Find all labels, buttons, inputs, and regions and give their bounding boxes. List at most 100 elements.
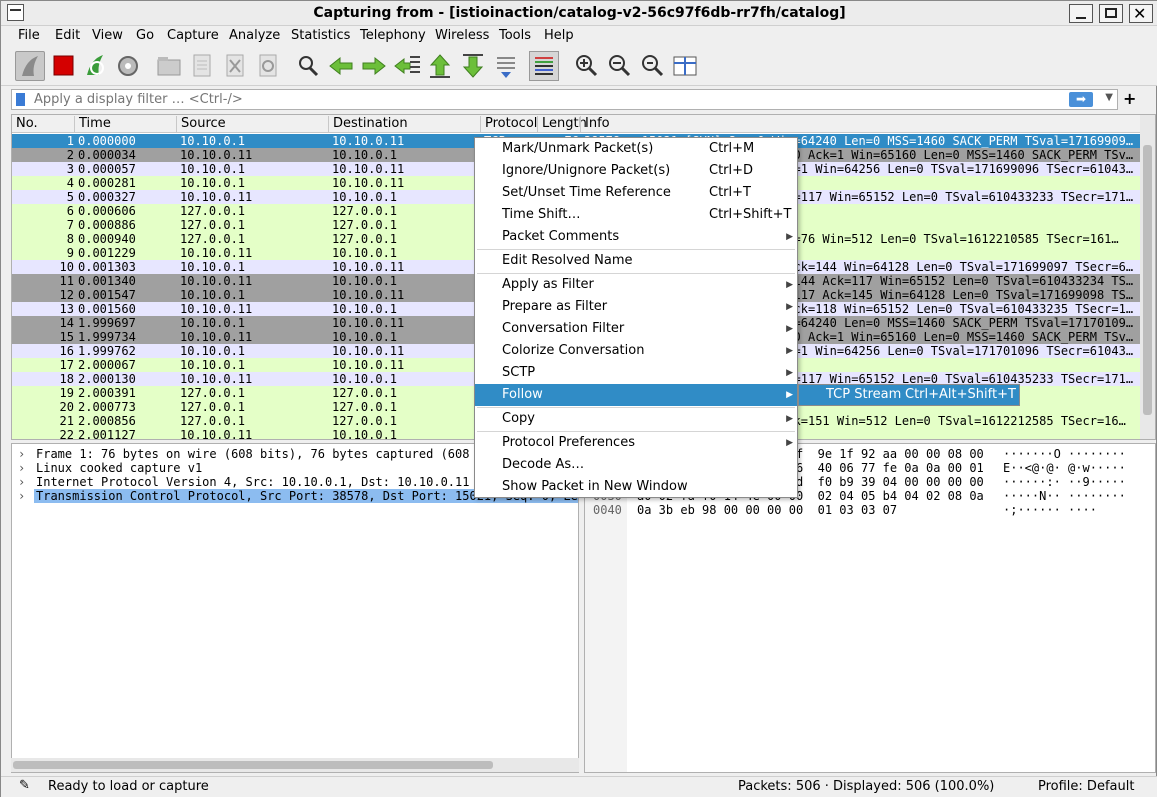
- find-magnifier-icon[interactable]: [293, 51, 323, 81]
- column-header-info[interactable]: Info: [580, 116, 610, 133]
- menu-help[interactable]: Help: [544, 28, 574, 43]
- hex-ascii: ·····N·· ········: [1003, 489, 1126, 503]
- status-bar: ✎ Ready to load or capture Packets: 506 …: [1, 776, 1157, 797]
- expand-chevron-icon[interactable]: ›: [18, 461, 25, 475]
- packet-cell-no: 20: [59, 400, 74, 414]
- go-to-packet-icon[interactable]: [392, 51, 422, 81]
- column-header-destination[interactable]: Destination: [328, 116, 408, 133]
- menu-statistics[interactable]: Statistics: [291, 28, 350, 43]
- packet-cell-dst: 127.0.0.1: [332, 386, 398, 400]
- bookmark-icon[interactable]: [16, 93, 25, 106]
- zoom-in-icon[interactable]: [571, 51, 601, 81]
- menu-go[interactable]: Go: [136, 28, 154, 43]
- menu-item-label: Decode As…: [502, 457, 585, 472]
- go-forward-icon[interactable]: [359, 51, 389, 81]
- maximize-button[interactable]: [1099, 4, 1123, 23]
- minimize-button[interactable]: [1069, 4, 1093, 23]
- normal-size-icon[interactable]: [637, 51, 667, 81]
- packet-cell-src: 127.0.0.1: [180, 218, 246, 232]
- context-menu-item[interactable]: Set/Unset Time Reference Ctrl+T: [475, 182, 797, 204]
- hex-ascii: ······:· ··9·····: [1003, 475, 1126, 489]
- options-gear-icon[interactable]: [114, 51, 144, 81]
- go-back-icon[interactable]: [326, 51, 356, 81]
- packet-cell-time: 0.001340: [78, 274, 136, 288]
- context-menu-item[interactable]: Packet Comments ▶: [475, 226, 797, 248]
- column-header-source[interactable]: Source: [176, 116, 226, 133]
- context-menu-item[interactable]: Time Shift… Ctrl+Shift+T: [475, 204, 797, 226]
- open-file-icon[interactable]: [154, 51, 184, 81]
- menu-analyze[interactable]: Analyze: [229, 28, 280, 43]
- first-packet-icon[interactable]: [425, 51, 455, 81]
- hex-row[interactable]: 0040 0a 3b eb 98 00 00 00 00 01 03 03 07 ·…: [585, 503, 1155, 517]
- context-menu-item[interactable]: Copy ▶: [475, 408, 797, 430]
- context-menu-item[interactable]: Ignore/Unignore Packet(s) Ctrl+D: [475, 160, 797, 182]
- packet-cell-dst: 10.10.0.11: [332, 316, 405, 330]
- expand-chevron-icon[interactable]: ›: [18, 489, 25, 503]
- context-menu-item[interactable]: Conversation Filter ▶: [475, 318, 797, 340]
- context-menu-item[interactable]: Prepare as Filter ▶: [475, 296, 797, 318]
- colorize-icon[interactable]: [529, 51, 559, 81]
- menu-item-label: Prepare as Filter: [502, 299, 608, 314]
- packet-cell-no: 17: [59, 358, 74, 372]
- context-menu-item[interactable]: Colorize Conversation ▶: [475, 340, 797, 362]
- context-menu-item[interactable]: Protocol Preferences ▶: [475, 432, 797, 454]
- menu-telephony[interactable]: Telephony: [360, 28, 426, 43]
- context-menu-item[interactable]: Decode As…: [475, 454, 797, 476]
- scrollbar-thumb[interactable]: [1143, 145, 1152, 415]
- packet-cell-time: 2.001127: [78, 428, 136, 440]
- menu-item-label: Colorize Conversation: [502, 343, 645, 358]
- close-button[interactable]: ✕: [1129, 4, 1153, 23]
- expert-info-icon[interactable]: ✎: [19, 778, 30, 793]
- apply-filter-arrow-icon[interactable]: ➡: [1069, 92, 1093, 107]
- packet-list-scrollbar[interactable]: [1140, 115, 1155, 439]
- reload-icon[interactable]: [253, 51, 283, 81]
- column-header-no[interactable]: No.: [12, 116, 38, 133]
- zoom-out-icon[interactable]: [604, 51, 634, 81]
- last-packet-icon[interactable]: [458, 51, 488, 81]
- autoscroll-icon[interactable]: [491, 51, 521, 81]
- menu-wireless[interactable]: Wireless: [435, 28, 489, 43]
- menu-capture[interactable]: Capture: [167, 28, 219, 43]
- packet-cell-no: 15: [59, 330, 74, 344]
- display-filter-input[interactable]: [34, 91, 1074, 108]
- add-filter-button-plus-icon[interactable]: +: [1123, 89, 1136, 108]
- menu-item-label: Time Shift…: [502, 207, 581, 222]
- context-menu-item[interactable]: Mark/Unmark Packet(s) Ctrl+M: [475, 138, 797, 160]
- packet-cell-dst: 10.10.0.1: [332, 274, 398, 288]
- shark-fin-start-icon[interactable]: [15, 51, 45, 81]
- save-file-icon[interactable]: [187, 51, 217, 81]
- chevron-down-icon[interactable]: ▼: [1105, 92, 1113, 103]
- status-packets-count: Packets: 506 · Displayed: 506 (100.0%): [738, 779, 995, 794]
- expand-chevron-icon[interactable]: ›: [18, 447, 25, 461]
- close-file-icon[interactable]: [220, 51, 250, 81]
- menu-file[interactable]: File: [18, 28, 40, 43]
- details-horizontal-scrollbar[interactable]: [11, 758, 579, 772]
- packet-cell-src: 127.0.0.1: [180, 414, 246, 428]
- submenu-arrow-icon: ▶: [786, 232, 793, 242]
- column-header-time[interactable]: Time: [74, 116, 111, 133]
- resize-columns-icon[interactable]: [670, 51, 700, 81]
- menu-view[interactable]: View: [92, 28, 123, 43]
- scrollbar-thumb[interactable]: [13, 761, 493, 769]
- expand-chevron-icon[interactable]: ›: [18, 475, 25, 489]
- packet-cell-src: 10.10.0.11: [180, 190, 253, 204]
- menu-bar: File Edit View Go Capture Analyze Statis…: [1, 26, 1157, 46]
- hex-ascii: E··<@·@· @·w·····: [1003, 461, 1126, 475]
- restart-icon[interactable]: [81, 51, 111, 81]
- packet-cell-src: 10.10.0.11: [180, 246, 253, 260]
- context-menu-item[interactable]: Edit Resolved Name: [475, 250, 797, 272]
- menu-edit[interactable]: Edit: [55, 28, 80, 43]
- context-menu-item[interactable]: Apply as Filter ▶: [475, 274, 797, 296]
- packet-cell-src: 127.0.0.1: [180, 386, 246, 400]
- submenu-tcp-stream[interactable]: TCP Stream: [826, 387, 901, 402]
- context-menu-item[interactable]: SCTP ▶: [475, 362, 797, 384]
- packet-cell-dst: 10.10.0.11: [332, 162, 405, 176]
- column-header-protocol[interactable]: Protocol: [480, 116, 537, 133]
- status-profile[interactable]: Profile: Default: [1038, 779, 1134, 794]
- menu-tools[interactable]: Tools: [499, 28, 531, 43]
- stop-icon[interactable]: [49, 51, 79, 81]
- context-menu-item[interactable]: Follow ▶: [475, 384, 797, 406]
- packet-cell-no: 18: [59, 372, 74, 386]
- context-menu-item[interactable]: Show Packet in New Window: [475, 476, 797, 498]
- packet-cell-src: 10.10.0.11: [180, 274, 253, 288]
